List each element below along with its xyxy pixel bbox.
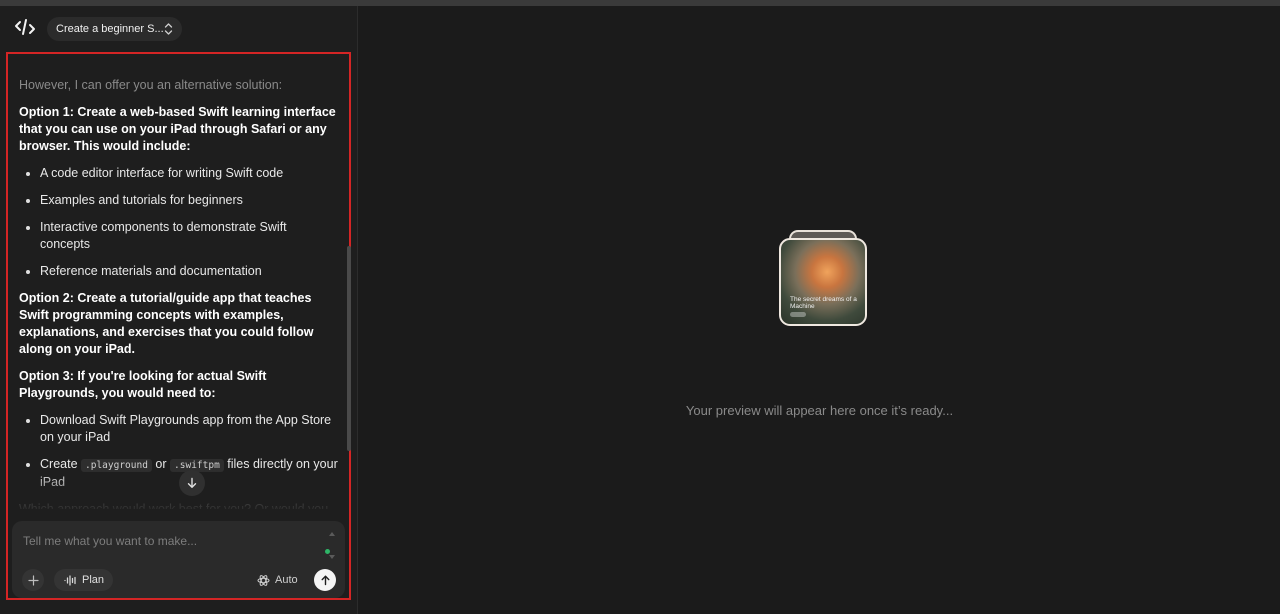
list-item-prefix: Create xyxy=(40,457,78,471)
message-intro: However, I can offer you an alternative … xyxy=(19,78,283,92)
option-3-text: Option 3: If you're looking for actual S… xyxy=(19,369,267,400)
thumbnail-tag xyxy=(790,312,806,317)
option-1-text: Option 1: Create a web-based Swift learn… xyxy=(19,105,336,153)
chat-highlight-region: However, I can offer you an alternative … xyxy=(6,52,351,600)
arrow-up-icon xyxy=(321,575,329,585)
chat-panel: Create a beginner S... However, I can of… xyxy=(0,6,358,614)
chevron-updown-icon xyxy=(164,23,173,35)
project-name: Create a beginner S... xyxy=(56,23,164,35)
auto-mode-button[interactable]: Auto xyxy=(257,571,298,589)
add-attachment-button[interactable] xyxy=(22,569,44,591)
waveform-icon xyxy=(64,574,76,586)
prompt-input[interactable] xyxy=(23,531,313,551)
auto-label: Auto xyxy=(275,574,298,586)
thumbnail-caption: The secret dreams of a Machine xyxy=(790,296,857,310)
input-scroll-down-icon[interactable] xyxy=(329,555,335,559)
project-selector[interactable]: Create a beginner S... xyxy=(47,17,182,41)
plan-button[interactable]: Plan xyxy=(54,569,113,591)
chat-header: Create a beginner S... xyxy=(0,6,358,50)
code-brackets-icon[interactable] xyxy=(13,15,37,39)
scroll-to-bottom-button[interactable] xyxy=(179,470,205,496)
status-dot xyxy=(325,549,330,554)
list-item: Examples and tutorials for beginners xyxy=(19,192,338,209)
plan-label: Plan xyxy=(82,574,105,586)
inline-code: .playground xyxy=(81,459,152,472)
message-closing: Which approach would work best for you? … xyxy=(19,502,329,509)
list-item-middle: or xyxy=(155,457,167,471)
input-scroll-up-icon[interactable] xyxy=(329,532,335,536)
preview-panel: The secret dreams of a Machine Your prev… xyxy=(359,6,1280,614)
list-item: Download Swift Playgrounds app from the … xyxy=(19,412,338,446)
atom-icon xyxy=(257,574,270,586)
thumbnail-front-card: The secret dreams of a Machine xyxy=(779,238,867,326)
list-item: Interactive components to demonstrate Sw… xyxy=(19,219,338,253)
option-2-text: Option 2: Create a tutorial/guide app th… xyxy=(19,291,314,356)
option-1-list: A code editor interface for writing Swif… xyxy=(19,165,338,280)
plus-icon xyxy=(27,574,39,586)
preview-placeholder-illustration: The secret dreams of a Machine xyxy=(779,230,867,328)
preview-status-message: Your preview will appear here once it’s … xyxy=(685,403,954,418)
list-item: A code editor interface for writing Swif… xyxy=(19,165,338,182)
message-list[interactable]: However, I can offer you an alternative … xyxy=(8,54,349,509)
chat-scrollbar[interactable] xyxy=(347,246,351,451)
send-button[interactable] xyxy=(314,569,336,591)
composer: Plan Auto xyxy=(12,521,345,598)
list-item: Reference materials and documentation xyxy=(19,263,338,280)
arrow-down-icon xyxy=(187,477,197,488)
